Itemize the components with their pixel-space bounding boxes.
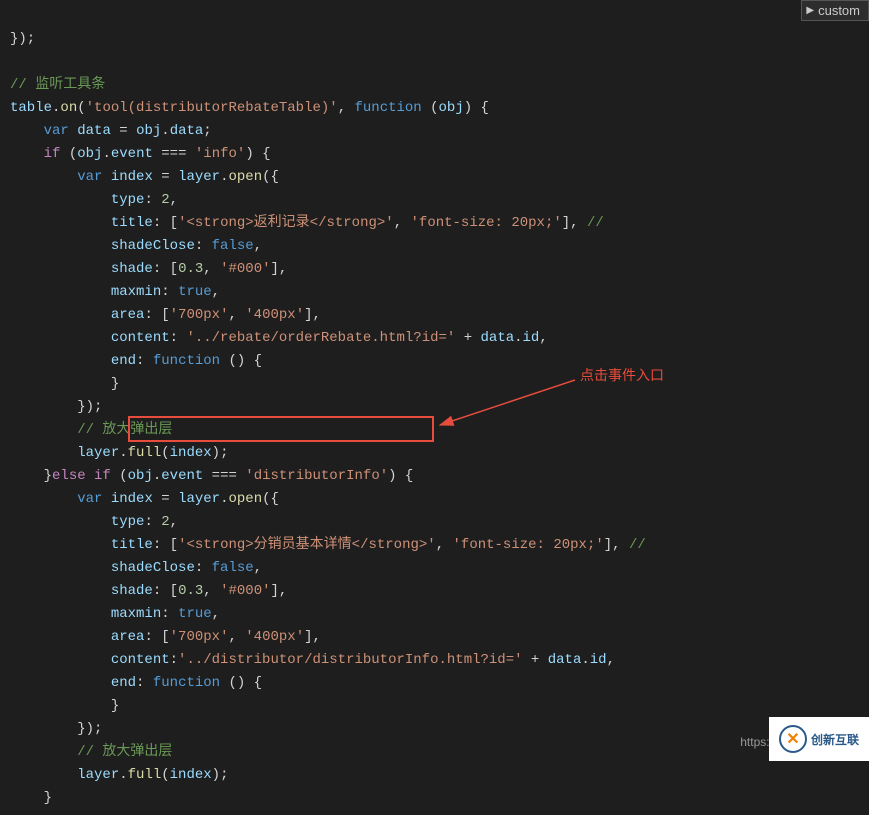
code-comment: // 监听工具条 [10, 77, 105, 93]
code-token: end [111, 353, 136, 369]
code-token: index [170, 445, 212, 461]
code-token: var [77, 169, 102, 185]
code-token: end [111, 675, 136, 691]
code-token: true [178, 284, 212, 300]
code-editor[interactable]: }); // 监听工具条 table.on('tool(distributorR… [0, 0, 869, 815]
code-token: }); [77, 721, 102, 737]
code-token: shade [111, 583, 153, 599]
sidebar-tab-label: custom [818, 3, 860, 18]
code-token: type [111, 192, 145, 208]
code-line: }); [10, 31, 35, 47]
code-token: id [523, 330, 540, 346]
code-token: var [44, 123, 69, 139]
code-token: 'font-size: 20px;' [411, 215, 562, 231]
code-token: shadeClose [111, 238, 195, 254]
code-token: 2 [161, 192, 169, 208]
logo-icon: ✕ [779, 725, 807, 753]
code-token: index [111, 491, 153, 507]
code-token: function [355, 100, 422, 116]
code-token: shade [111, 261, 153, 277]
code-comment: // 放大弹出层 [77, 744, 172, 760]
code-token: 0.3 [178, 261, 203, 277]
code-token: title [111, 537, 153, 553]
code-token: content [111, 652, 170, 668]
code-token: } [44, 790, 52, 806]
code-token: false [212, 238, 254, 254]
code-token: full [128, 767, 162, 783]
code-token: true [178, 606, 212, 622]
code-token: id [590, 652, 607, 668]
code-token: 'info' [195, 146, 245, 162]
code-token: area [111, 629, 145, 645]
code-token: type [111, 514, 145, 530]
code-token: else if [52, 468, 111, 484]
code-token: layer [77, 445, 119, 461]
code-token: }); [77, 399, 102, 415]
code-token: index [170, 767, 212, 783]
code-token: full [128, 445, 162, 461]
code-token: if [44, 146, 61, 162]
code-token: 'tool(distributorRebateTable)' [86, 100, 338, 116]
code-token: area [111, 307, 145, 323]
code-token: var [77, 491, 102, 507]
code-token: obj [128, 468, 153, 484]
code-token: '../rebate/orderRebate.html?id=' [186, 330, 455, 346]
code-token: on [60, 100, 77, 116]
code-token: '#000' [220, 583, 270, 599]
code-token: open [229, 491, 263, 507]
code-token: index [111, 169, 153, 185]
code-token: function [153, 353, 220, 369]
code-token: event [111, 146, 153, 162]
code-token: obj [136, 123, 161, 139]
code-token: data [170, 123, 204, 139]
code-token: maxmin [111, 284, 161, 300]
code-token: content [111, 330, 170, 346]
logo-box: ✕ 创新互联 [769, 717, 869, 761]
code-token: obj [77, 146, 102, 162]
code-token: layer [77, 767, 119, 783]
code-token: title [111, 215, 153, 231]
code-token: function [153, 675, 220, 691]
code-token: 0.3 [178, 583, 203, 599]
code-token: data [481, 330, 515, 346]
code-token: // [587, 215, 604, 231]
code-token: } [111, 376, 119, 392]
code-token: '400px' [245, 307, 304, 323]
code-token: '<strong>分销员基本详情</strong>' [178, 537, 436, 553]
code-token: open [229, 169, 263, 185]
code-token: 2 [161, 514, 169, 530]
code-token: 'distributorInfo' [245, 468, 388, 484]
code-token: data [548, 652, 582, 668]
code-token: '400px' [245, 629, 304, 645]
code-token: layer [178, 491, 220, 507]
code-token: // [629, 537, 646, 553]
code-token: event [161, 468, 203, 484]
code-comment: // 放大弹出层 [77, 422, 172, 438]
code-token: table [10, 100, 52, 116]
triangle-right-icon: ▶ [806, 5, 814, 16]
logo-text: 创新互联 [811, 731, 859, 748]
code-token: 'font-size: 20px;' [453, 537, 604, 553]
code-token: '#000' [220, 261, 270, 277]
code-token: data [77, 123, 111, 139]
code-token: false [212, 560, 254, 576]
code-token: '700px' [170, 307, 229, 323]
code-token: shadeClose [111, 560, 195, 576]
sidebar-custom-tab[interactable]: ▶ custom [801, 0, 869, 21]
code-token: '700px' [170, 629, 229, 645]
code-token: } [111, 698, 119, 714]
code-token: '<strong>返利记录</strong>' [178, 215, 394, 231]
code-token: layer [178, 169, 220, 185]
code-token: '../distributor/distributorInfo.html?id=… [178, 652, 522, 668]
code-token: obj [439, 100, 464, 116]
code-token: maxmin [111, 606, 161, 622]
